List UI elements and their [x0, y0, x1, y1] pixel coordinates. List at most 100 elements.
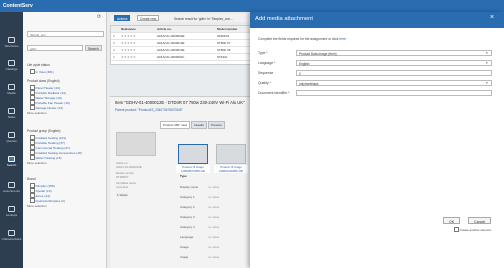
nav-structures[interactable]: Structures [0, 37, 23, 48]
attr-value: no value [208, 215, 220, 219]
attr-name: Usage [180, 245, 189, 249]
row-checkbox[interactable]: □ [111, 32, 119, 40]
more-selection-link[interactable]: More selection [27, 204, 47, 208]
attr-value: no value [208, 195, 220, 199]
article-cell: GDHV-01-4000001F [155, 53, 215, 61]
row-checkbox[interactable]: □ [111, 39, 119, 47]
refresh-icon[interactable]: ⟳ [97, 14, 101, 20]
quality-select[interactable]: only/webhaps ▾ [296, 80, 492, 86]
media-thumbnail-label: Product: B Image 118948572958.100 [176, 165, 210, 173]
nav-queries[interactable]: Queries [0, 132, 23, 143]
meta-value: GDHV-01-4000012E [116, 165, 142, 169]
filter-item[interactable]: Water Heating (15) [30, 155, 62, 160]
nav-tasks[interactable]: Tasks [0, 108, 23, 119]
relevance-stars: ★★★★★ [119, 39, 155, 47]
more-selection-link[interactable]: More selection [27, 111, 47, 115]
filter-panel: ⟳ Simple_con gdhv Search Life cycle stat… [23, 12, 107, 268]
attr-value: no value [208, 255, 220, 259]
table-row[interactable]: □ ★★★★★ GDHV-01-4000012E STB4F 07 [111, 39, 259, 47]
hint-link[interactable]: here [339, 37, 346, 41]
add-media-attachment-dialog: Add media attachment × Complete the fiel… [250, 12, 504, 268]
relevance-stars: ★★★★★ [119, 53, 155, 61]
attr-name: Category 1 [180, 195, 195, 199]
section-product-class-title: Product class (English) [27, 79, 60, 83]
row-checkbox[interactable]: □ [111, 46, 119, 54]
type-select[interactable]: Product Data Image (Item) ▾ [296, 50, 492, 56]
top-bar: ContentServ [0, 0, 504, 12]
media-thumbnail-label: Product: B image 218630102996.100 [214, 165, 248, 173]
sequence-label: Sequence [258, 71, 274, 75]
relevance-stars: ★★★★★ [119, 46, 155, 54]
search-button[interactable]: Search [85, 45, 102, 51]
cancel-button[interactable]: Cancel [468, 217, 492, 224]
results-grid: Relevance Article no. Model number □ ★★★… [110, 25, 260, 65]
meta-value: DTD4R07 [116, 175, 129, 179]
structures-icon [8, 37, 15, 43]
attr-value: no value [208, 185, 220, 189]
article-cell: GDHV-01-4000012E [155, 39, 215, 47]
tasks-icon [8, 108, 15, 114]
nav-lookups[interactable]: Lookups [0, 206, 23, 217]
filter-item[interactable]: In View (381) [30, 69, 54, 74]
search-icon [8, 156, 15, 162]
nav-search[interactable]: Search [0, 156, 23, 167]
item-detail-panel: Item "GDHV-01-4000012E - DTD4R 07 750w 2… [110, 96, 260, 268]
attr-name: Language [180, 235, 194, 239]
lookups-icon [8, 206, 15, 212]
attr-name: Category 4 [180, 225, 195, 229]
quality-label: Quality * [258, 81, 271, 85]
table-row[interactable]: □ ★★★★★ GDHV-01-4000013E STB4F 05 [111, 46, 259, 54]
app-logo: ContentServ [3, 3, 33, 9]
nav-catalogs[interactable]: Catalogs [0, 60, 23, 71]
tab-preview[interactable]: Preview [208, 121, 225, 129]
more-selection-link[interactable]: More selection [27, 161, 47, 165]
tab-product-360[interactable]: Product 360° view [160, 121, 191, 129]
catalogs-icon [8, 60, 15, 66]
chevron-down-icon: ▾ [486, 81, 488, 85]
attr-name: Image [180, 255, 189, 259]
row-checkbox[interactable]: □ [111, 53, 119, 61]
article-cell: GDHV-01-4000013E [155, 46, 215, 54]
nav-characteristics[interactable]: Characteristics [0, 230, 23, 241]
views-tag: 1 Views [116, 193, 129, 197]
type-label: Type * [258, 51, 268, 55]
attr-header: Type [180, 174, 187, 178]
document-identifier-input[interactable] [296, 90, 492, 96]
attr-name: Category 3 [180, 215, 195, 219]
media-thumbnail[interactable] [216, 144, 246, 164]
language-select[interactable]: English ▾ [296, 60, 492, 66]
attr-value: no value [208, 205, 220, 209]
chevron-down-icon: ▾ [486, 51, 488, 55]
search-result-label: Search result for 'gdhv' in "Simplex_con… [174, 16, 233, 21]
dialog-hint: Complete the fields required for the ass… [258, 37, 346, 41]
sequence-input[interactable]: 0 [296, 70, 492, 76]
search-input[interactable]: gdhv [27, 45, 83, 51]
attr-value: no value [208, 235, 220, 239]
media-thumbnail[interactable] [178, 144, 208, 164]
scope-select[interactable]: Simple_con [27, 31, 104, 37]
parent-product-link[interactable]: Parent product: "Product23_2340734755703… [115, 108, 183, 112]
table-row[interactable]: □ ★★★★★ GDHV-01-4000001F STF2/H [111, 53, 259, 61]
filter-item[interactable]: Quantum/Dimplex (2) [30, 198, 65, 203]
article-cell: GDHV-01-4000002E [155, 32, 215, 40]
attr-name: Display name [180, 185, 199, 189]
nav-media[interactable]: Media [0, 84, 23, 95]
nav-assortments[interactable]: Assortments [0, 182, 23, 193]
media-icon [8, 84, 15, 90]
section-product-group-title: Product group (English) [27, 129, 61, 133]
relevance-stars: ★★★★★ [119, 32, 155, 40]
actions-button[interactable]: Actions [114, 15, 131, 21]
create-new-button[interactable]: Create new [137, 15, 160, 21]
left-navigation: Structures Catalogs Media Tasks Queries … [0, 12, 23, 268]
characteristics-icon [8, 230, 15, 236]
create-another-checkbox[interactable]: Create another element [454, 227, 492, 232]
assortments-icon [8, 182, 15, 188]
ok-button[interactable]: OK [443, 217, 461, 224]
filter-item[interactable]: Storage Heater (13) [30, 105, 63, 110]
table-row[interactable]: □ ★★★★★ GDHV-01-4000002E GDR2/01 [111, 32, 259, 40]
item-title: Item "GDHV-01-4000012E - DTD4R 07 750w 2… [115, 100, 245, 105]
document-identifier-label: Document identifier * [258, 91, 290, 95]
tab-header[interactable]: Header [191, 121, 208, 129]
language-label: Language * [258, 61, 276, 65]
close-icon[interactable]: × [490, 14, 494, 21]
